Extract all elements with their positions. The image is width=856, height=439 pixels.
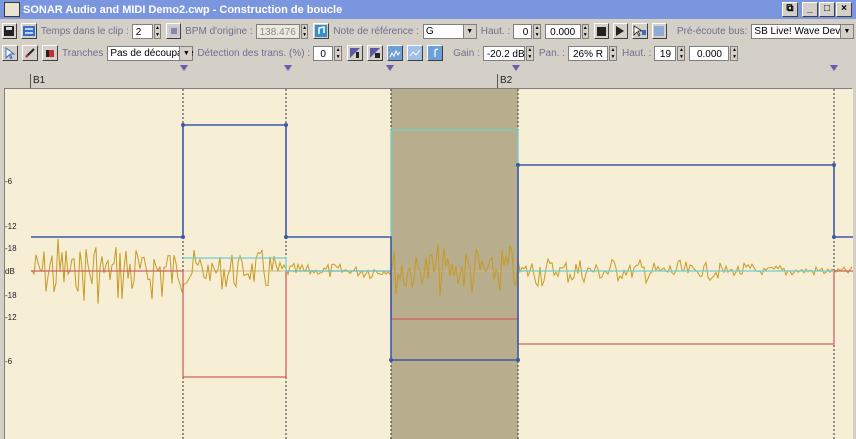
pitch-input[interactable]: 0 (513, 23, 533, 39)
view-volume-icon[interactable] (387, 45, 404, 61)
app-icon (4, 2, 20, 17)
minimize-button[interactable]: _ (802, 2, 818, 17)
view-pan-icon[interactable] (407, 45, 424, 61)
pitch-spinner[interactable]: ▲ ▼ (533, 23, 541, 39)
restore-button[interactable]: ⧉ (782, 2, 798, 17)
pan-spinner[interactable]: ▲ ▼ (608, 45, 617, 61)
transient-input[interactable]: 0 (313, 45, 334, 61)
db-label: -18 (5, 244, 17, 253)
db-label: -12 (5, 313, 17, 322)
preview-bus-icon[interactable] (651, 23, 667, 39)
ruler-bar1-label: B1 (33, 75, 46, 86)
select-arrow-icon[interactable] (2, 45, 18, 61)
bpm-spinner: ▲ ▼ (300, 23, 309, 39)
transient-label: Détection des trans. (%) : (197, 47, 311, 59)
gain-label: Gain : (453, 47, 480, 59)
title-bar: SONAR Audio and MIDI Demo2.cwp - Constru… (0, 0, 856, 19)
beats-input[interactable]: 2 (131, 23, 153, 39)
gain-spinner[interactable]: ▲ ▼ (525, 45, 534, 61)
stop-icon[interactable] (594, 23, 609, 39)
time-ruler[interactable]: B1 B2 (4, 74, 852, 89)
metronome-icon[interactable] (166, 23, 182, 39)
waveform-svg (30, 89, 853, 439)
ref-note-label: Note de référence : (333, 25, 419, 37)
maximize-button[interactable]: □ (819, 2, 835, 17)
ref-note-value: G (425, 25, 434, 37)
loop-icon[interactable] (20, 23, 37, 39)
pan-label: Pan. : (538, 47, 565, 59)
view-pitch-icon[interactable] (427, 45, 444, 61)
toolbar-top: Temps dans le clip : 2 ▲ ▼ BPM d'origine … (0, 20, 856, 42)
pencil-icon[interactable] (22, 45, 38, 61)
ruler-tick (30, 74, 31, 88)
pitch2-spinner[interactable]: ▲ ▼ (677, 45, 686, 61)
preview-bus-value: SB Live! Wave Device (754, 25, 853, 37)
eraser-icon[interactable] (42, 45, 58, 61)
save-icon[interactable] (2, 23, 17, 39)
preview-bus-label: Pré-écoute bus: (676, 25, 748, 37)
chevron-down-icon[interactable]: ▼ (839, 24, 853, 38)
slice-marker[interactable] (512, 65, 520, 71)
waveform-view[interactable]: -6 -12 -18 dB -18 -12 -6 (4, 89, 853, 439)
window-controls: ⧉ _ □ × (782, 2, 852, 17)
preview-bus-select[interactable]: SB Live! Wave Device ▼ (751, 23, 854, 39)
slice-marker[interactable] (386, 65, 394, 71)
play-icon[interactable] (612, 23, 628, 39)
pitch-label: Haut. : (480, 25, 511, 37)
marker-next-icon[interactable] (367, 45, 384, 61)
slice-marker[interactable] (284, 65, 292, 71)
close-button[interactable]: × (836, 2, 852, 17)
beats-label: Temps dans le clip : (40, 25, 129, 37)
ruler-tick (497, 74, 498, 88)
pitch2-fine-spinner[interactable]: ▲ ▼ (730, 45, 739, 61)
orig-bpm-label: BPM d'origine : (185, 25, 253, 37)
pitch2-label: Haut. : (621, 47, 652, 59)
slice-marker[interactable] (830, 65, 838, 71)
pitch2-fine-input[interactable]: 0.000 (689, 45, 730, 61)
orig-bpm-input: 138.476 (255, 23, 300, 39)
slice-marker[interactable] (180, 65, 188, 71)
ruler-bar2-label: B2 (500, 75, 513, 86)
db-label: -18 (5, 291, 17, 300)
chevron-down-icon[interactable]: ▼ (462, 24, 476, 38)
db-label: -12 (5, 222, 17, 231)
transient-spinner[interactable]: ▲ ▼ (334, 45, 343, 61)
db-label: -6 (5, 177, 13, 186)
toolbar-bottom: Tranches Pas de découpage ▼ Détection de… (0, 42, 856, 64)
chevron-down-icon[interactable]: ▼ (179, 46, 193, 60)
window-title: SONAR Audio and MIDI Demo2.cwp - Constru… (23, 3, 343, 16)
preview-cursor-icon[interactable] (631, 23, 648, 39)
gain-input[interactable]: -20.2 dB (482, 45, 525, 61)
pitch-fine-input[interactable]: 0.000 (544, 23, 581, 39)
slices-label: Tranches (62, 47, 104, 59)
pitch-fine-spinner[interactable]: ▲ ▼ (581, 23, 590, 39)
slices-select[interactable]: Pas de découpage ▼ (107, 45, 194, 61)
ref-note-select[interactable]: G ▼ (422, 23, 477, 39)
db-label: -6 (5, 357, 13, 366)
marker-prev-icon[interactable] (347, 45, 364, 61)
selection-region[interactable] (391, 89, 518, 439)
pan-input[interactable]: 26% R (567, 45, 608, 61)
db-label: dB (5, 267, 15, 276)
beats-spinner[interactable]: ▲ ▼ (153, 23, 162, 39)
pitch2-input[interactable]: 19 (654, 45, 677, 61)
note-icon[interactable] (313, 23, 330, 39)
slice-marker-bar (4, 64, 852, 74)
